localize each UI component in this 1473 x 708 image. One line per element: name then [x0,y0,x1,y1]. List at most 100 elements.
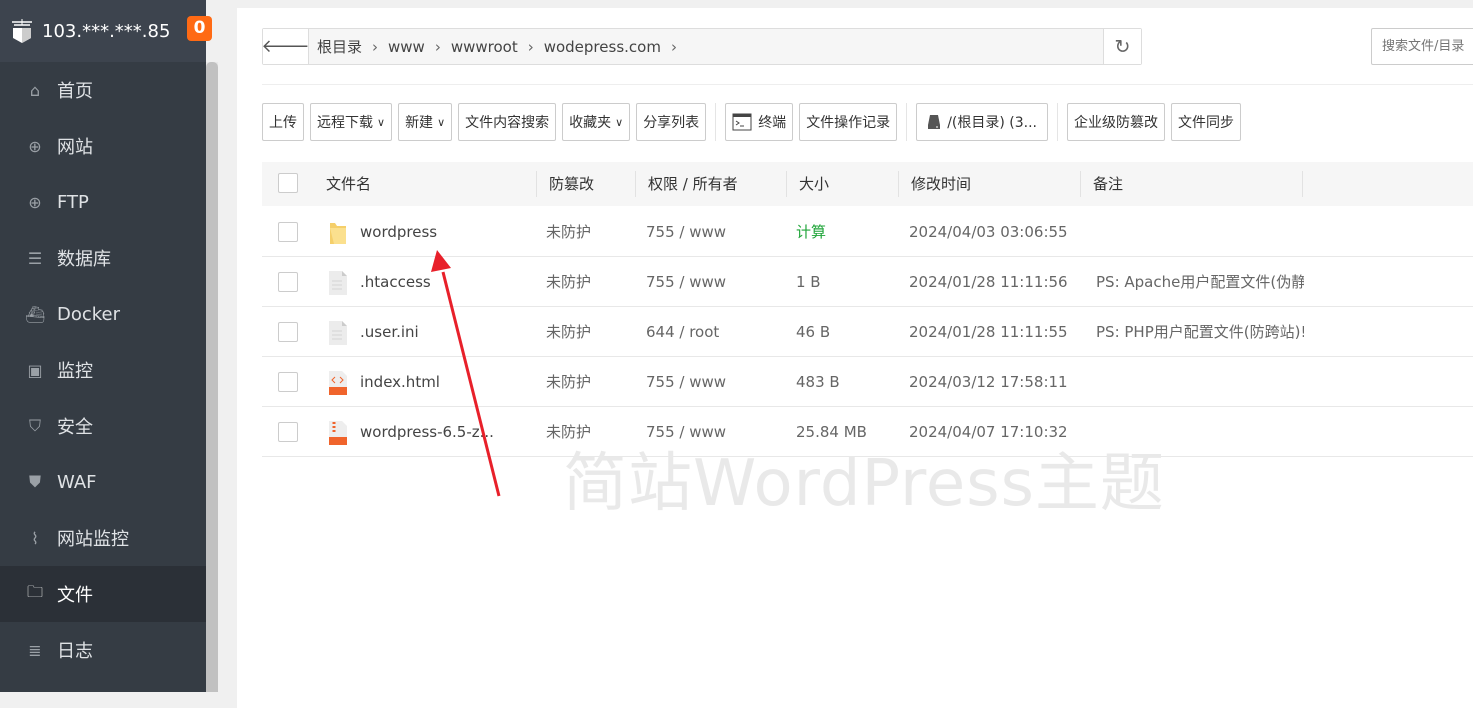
tamper-status[interactable]: 未防护 [546,357,591,407]
breadcrumb-item[interactable]: 根目录 [317,36,362,57]
notification-badge[interactable]: 0 [187,16,212,41]
row-checkbox[interactable] [278,372,298,392]
tamper-status[interactable]: 未防护 [546,257,591,307]
column-resizer[interactable] [1302,171,1303,197]
header-tamper: 防篡改 [549,175,595,193]
monitor-icon: ▣ [27,360,43,380]
divider [906,103,908,141]
header-size[interactable]: 大小 [799,162,829,206]
file-note[interactable]: PS: Apache用户配置文件(伪静 [1096,257,1304,307]
permission[interactable]: 755 / www [646,257,726,307]
file-size: 483 B [796,373,840,391]
remote-download-label: 远程下载 [317,115,373,131]
remote-download-button[interactable]: 远程下载 ∨ [310,103,393,141]
chevron-right-icon: › [527,37,534,56]
row-checkbox[interactable] [278,272,298,292]
server-header: 103.***.***.85 0 [0,0,212,62]
tamper-proof-button[interactable]: 企业级防篡改 [1067,103,1165,141]
column-resizer[interactable] [898,171,899,197]
row-checkbox[interactable] [278,222,298,242]
sidebar-item-4[interactable]: ⛴ Docker [0,286,206,342]
select-all-checkbox[interactable] [278,173,298,193]
table-row[interactable]: index.html 未防护 755 / www 483 B 2024/03/1… [262,357,1473,407]
new-label: 新建 [405,115,434,131]
breadcrumb-item[interactable]: wwwroot [451,38,518,56]
file-size: 46 B [796,323,831,341]
sidebar-item-10[interactable]: ≣ 日志 [0,622,206,678]
sidebar-item-8[interactable]: ⌇ 网站监控 [0,510,206,566]
sidebar-item-3[interactable]: ☰ 数据库 [0,230,206,286]
sidebar-item-7[interactable]: ⛊ WAF [0,454,206,510]
share-list-button[interactable]: 分享列表 [636,103,707,141]
tamper-status[interactable]: 未防护 [546,207,591,257]
server-ip: 103.***.***.85 [42,20,171,42]
permission[interactable]: 755 / www [646,357,726,407]
terminal-button[interactable]: 终端 [725,103,794,141]
new-button[interactable]: 新建 ∨ [398,103,453,141]
chevron-down-icon: ∨ [437,115,446,129]
refresh-button[interactable]: ↻ [1103,29,1141,64]
file-note[interactable]: PS: PHP用户配置文件(防跨站)! [1096,307,1304,357]
table-row[interactable]: .htaccess 未防护 755 / www 1 B 2024/01/28 1… [262,257,1473,307]
file-name[interactable]: index.html [360,357,440,407]
sidebar-item-label: 监控 [57,361,93,382]
divider [1057,103,1058,141]
disk-label: /(根目录) (3... [947,115,1037,131]
sidebar-scrollbar[interactable] [206,62,218,692]
scrollbar-thumb[interactable] [206,62,218,692]
text-file-icon [329,271,347,295]
breadcrumb-item[interactable]: wodepress.com [544,38,661,56]
terminal-icon [732,113,752,131]
sidebar-item-label: 日志 [57,641,93,662]
column-resizer[interactable] [635,171,636,197]
table-row[interactable]: .user.ini 未防护 644 / root 46 B 2024/01/28… [262,307,1473,357]
logo-icon [12,19,32,43]
favorites-button[interactable]: 收藏夹 ∨ [562,103,631,141]
permission[interactable]: 644 / root [646,307,719,357]
file-name[interactable]: .htaccess [360,257,431,307]
search-input[interactable] [1371,28,1473,65]
modified-time: 2024/04/03 03:06:55 [909,223,1068,241]
calculate-size-link[interactable]: 计算 [796,207,826,257]
sidebar-item-9[interactable]: 🗀 文件 [0,566,206,622]
shield-icon: ⛉ [28,416,41,435]
chevron-right-icon: › [372,37,379,56]
terminal-label: 终端 [758,115,787,131]
file-size: 1 B [796,273,821,291]
column-resizer[interactable] [1080,171,1081,197]
sidebar-item-0[interactable]: ⌂ 首页 [0,62,206,118]
modified-time: 2024/01/28 11:11:55 [909,323,1068,341]
sidebar-item-6[interactable]: ⛉ 安全 [0,398,206,454]
sidebar-item-5[interactable]: ▣ 监控 [0,342,206,398]
modified-time: 2024/03/12 17:58:11 [909,373,1068,391]
sidebar-item-2[interactable]: ⊕ FTP [0,174,206,230]
file-sync-button[interactable]: 文件同步 [1171,103,1241,141]
file-name[interactable]: .user.ini [360,307,419,357]
column-resizer[interactable] [786,171,787,197]
back-button[interactable]: 🡐 [261,29,310,64]
sidebar: 103.***.***.85 0 ⌂ 首页 ⊕ 网站 ⊕ FTP ☰ 数据库 ⛴ Docker ▣ 监… [0,0,212,692]
row-checkbox[interactable] [278,422,298,442]
file-name[interactable]: wordpress [360,207,437,257]
table-row[interactable]: wordpress 未防护 755 / www 计算 2024/04/03 03… [262,207,1473,257]
content-search-button[interactable]: 文件内容搜索 [458,103,557,141]
operation-log-label: 文件操作记录 [806,115,891,131]
header-note: 备注 [1093,175,1124,193]
sidebar-item-1[interactable]: ⊕ 网站 [0,118,206,174]
breadcrumb-item[interactable]: www [388,38,425,56]
header-name[interactable]: 文件名 [326,162,371,206]
toolbar: 上传 远程下载 ∨ 新建 ∨ 文件内容搜索 收藏夹 ∨ 分享列表 终端 文件操作记录 … [262,103,1241,141]
tamper-status[interactable]: 未防护 [546,307,591,357]
globe-icon: ⊕ [28,136,42,156]
upload-button[interactable]: 上传 [262,103,304,141]
disk-button[interactable]: /(根目录) (3... [916,103,1048,141]
file-name[interactable]: wordpress-6.5-z... [360,407,494,457]
permission[interactable]: 755 / www [646,207,726,257]
header-mtime[interactable]: 修改时间 [911,162,971,206]
globe-icon: ⊕ [28,192,42,212]
column-resizer[interactable] [536,171,537,197]
row-checkbox[interactable] [278,322,298,342]
watermark: 简站WordPress主题 [563,447,1165,521]
operation-log-button[interactable]: 文件操作记录 [799,103,898,141]
sidebar-item-label: 安全 [57,417,93,438]
